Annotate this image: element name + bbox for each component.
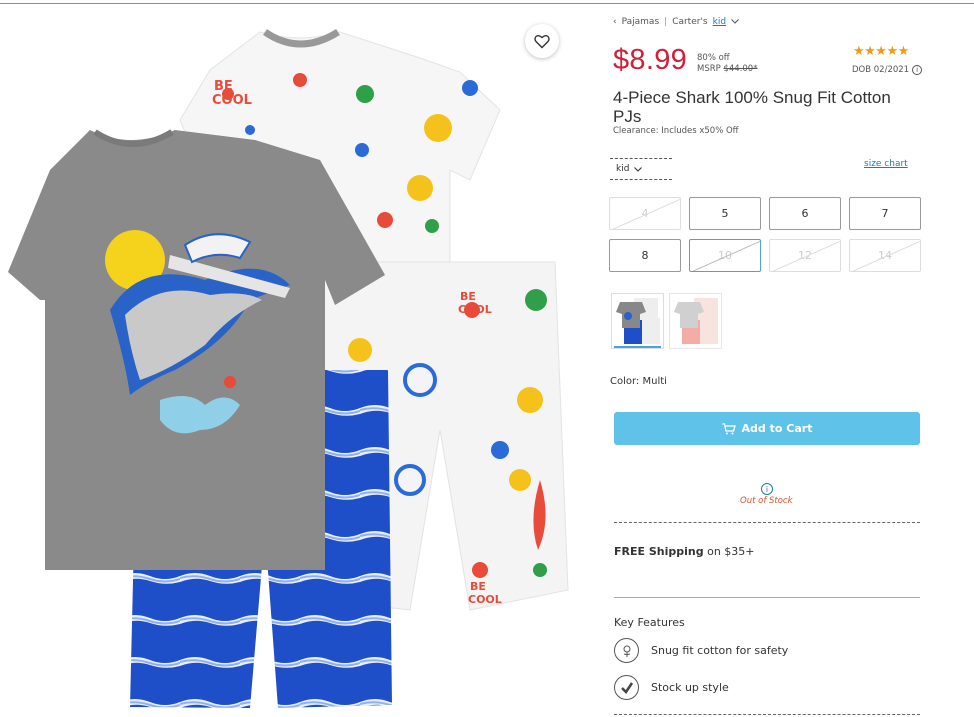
checkmark-icon [614, 675, 639, 700]
msrp-label: MSRP [697, 64, 721, 74]
dob-label: DOB 02/2021 i [852, 65, 923, 75]
cart-icon [722, 422, 736, 434]
pajama-set-illustration: BE COOL BE COOL BE COOL [8, 29, 569, 708]
divider [614, 597, 920, 598]
size-option[interactable]: 6 [769, 197, 841, 230]
divider [614, 714, 920, 715]
breadcrumb: ‹ Pajamas | Carter's kid [613, 17, 739, 27]
feature-label: Snug fit cotton for safety [651, 644, 789, 657]
top-rule [0, 3, 974, 4]
swatch-thumbnail [674, 298, 718, 344]
shipping-bold: FREE Shipping [614, 545, 704, 558]
size-option[interactable]: 4 [609, 197, 681, 230]
size-type-label: kid [616, 164, 630, 174]
chevron-down-icon [634, 166, 643, 172]
price-meta: 80% off MSRP $44.00* [697, 53, 757, 75]
swatch-alt[interactable] [669, 293, 722, 349]
color-label: Color: Multi [610, 376, 667, 387]
heart-icon [534, 34, 550, 48]
size-option[interactable]: 8 [609, 239, 681, 272]
key-features-title: Key Features [614, 616, 685, 629]
feature-item: Snug fit cotton for safety [614, 638, 788, 663]
product-title: 4-Piece Shark 100% Snug Fit Cotton PJs [613, 88, 891, 126]
svg-text:COOL: COOL [212, 93, 252, 108]
rating-stars[interactable]: ★★★★★ [853, 44, 909, 59]
size-option[interactable]: 5 [689, 197, 761, 230]
svg-text:COOL: COOL [458, 303, 492, 316]
divider [614, 522, 920, 523]
chevron-down-icon[interactable] [731, 17, 739, 27]
svg-text:BE: BE [470, 580, 486, 593]
msrp-value: $44.00* [723, 64, 758, 74]
svg-text:BE: BE [214, 79, 233, 94]
size-type-dropdown[interactable]: kid [610, 158, 672, 180]
add-to-cart-label: Add to Cart [741, 422, 813, 435]
add-to-cart-button[interactable]: Add to Cart [614, 412, 920, 445]
svg-text:BE: BE [460, 290, 476, 303]
swatch-multi[interactable] [611, 293, 664, 349]
swatch-thumbnail [616, 298, 660, 344]
chevron-left-icon: ‹ [613, 17, 617, 27]
shipping-rest: on $35+ [703, 545, 755, 558]
discount-label: 80% off [697, 53, 730, 63]
clearance-note: Clearance: Includes x50% Off [613, 126, 739, 136]
shipping-info: FREE Shipping on $35+ [614, 545, 755, 558]
size-option[interactable]: 14 [849, 239, 921, 272]
current-price: $8.99 [613, 44, 688, 76]
svg-text:COOL: COOL [468, 593, 502, 606]
info-icon[interactable]: i [761, 483, 773, 495]
color-swatches [611, 293, 722, 349]
breadcrumb-separator: | [664, 17, 668, 27]
cotton-flower-icon [614, 638, 639, 663]
size-option[interactable]: 10 [689, 239, 761, 272]
dob-text: DOB 02/2021 [852, 65, 910, 75]
stock-status: Out of Stock [740, 496, 793, 506]
feature-label: Stock up style [651, 681, 729, 694]
size-options: 4 5 6 7 8 10 12 14 [609, 197, 921, 272]
product-image[interactable]: BE COOL BE COOL BE COOL [0, 10, 580, 715]
breadcrumb-kid-link[interactable]: kid [713, 17, 726, 27]
size-option[interactable]: 7 [849, 197, 921, 230]
feature-item: Stock up style [614, 675, 729, 700]
breadcrumb-pajamas-link[interactable]: Pajamas [622, 17, 660, 27]
favorite-button[interactable] [525, 24, 559, 58]
info-icon[interactable]: i [912, 65, 923, 75]
breadcrumb-brand[interactable]: Carter's [672, 17, 707, 27]
size-option[interactable]: 12 [769, 239, 841, 272]
size-chart-link[interactable]: size chart [864, 159, 908, 169]
